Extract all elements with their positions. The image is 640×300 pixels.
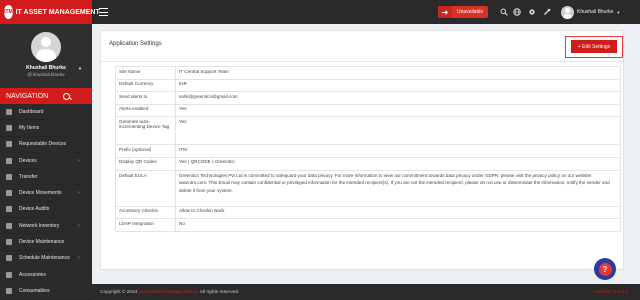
table-row: Site Name IT Central Support Team [115,66,621,80]
table-row: Prefix (optional) ITM [115,144,621,158]
table-row: Alerts enabled Yes [115,103,621,118]
network-icon [6,222,12,229]
footer-version: Version: 2.4.0.3 [594,289,628,295]
brand-logo[interactable]: ITM IT ASSET MANAGEMENT [0,0,100,24]
footer-link[interactable]: www.itassetmanagement.in [139,290,197,295]
availability-status-button[interactable]: ➜ Unavailable [438,6,489,18]
settings-panel: Application Settings + Edit Settings Sit… [100,30,624,270]
sidebar-item-dashboard[interactable]: Dashboard [0,104,92,121]
devices-icon [6,141,12,148]
table-row: Send alerts to sahil@greenitco@gmail.com [115,91,621,105]
wrench-icon [6,239,12,246]
chevron-down-icon: ▼ [616,9,621,15]
movement-icon [6,190,12,197]
settings-icon[interactable] [528,8,536,16]
transfer-icon [6,173,12,180]
avatar [561,5,574,19]
nav-list: Dashboard My Items Requestable Devices D… [0,104,92,300]
user-name: Khushali Bhurke [577,9,614,15]
sidebar-profile: Khushali Bhurke ▼ @ khushali.bhurke [0,24,92,88]
chevron-right-icon: › [78,157,80,164]
laptop-icon [6,157,12,164]
footer: Copyright © 2024 www.itassetmanagement.i… [92,284,640,300]
sidebar-item-schedule-maintenance[interactable]: Schedule Maintenance › [0,251,92,267]
table-row: Accessory Checkin Allow to Checkin Back [115,205,621,220]
sidebar: Khushali Bhurke ▼ @ khushali.bhurke NAVI… [0,24,92,300]
nav-search-icon[interactable] [63,92,70,100]
table-row: Default Currency INR [115,78,621,93]
table-row: Default EULA Greenitco Technologies Pvt L… [115,169,621,207]
sidebar-item-network-inventory[interactable]: Network Inventory › [0,218,92,235]
availability-status-label: Unavailable [452,6,489,18]
sidebar-item-consumables[interactable]: Consumables [0,283,92,300]
profile-handle: @ khushali.bhurke [27,72,65,77]
table-row: Display QR Codes Yes ( QRCODE ) Greenitco [115,156,621,171]
top-header: ITM IT ASSET MANAGEMENT ➜ Unavailable Kh… [0,0,640,24]
navigation-title: NAVIGATION [6,92,49,100]
help-chat-icon[interactable]: ? [594,258,616,280]
calendar-icon [6,255,12,262]
question-mark-icon: ? [598,262,612,276]
audit-icon [6,206,12,213]
keyboard-icon [6,271,12,278]
arrow-right-icon: ➜ [438,6,452,18]
profile-menu-caret-icon[interactable]: ▼ [78,66,82,71]
sidebar-item-transfer[interactable]: Transfer [0,169,92,186]
table-row: LDAP Integration No [115,218,621,232]
sidebar-item-requestable-devices[interactable]: Requestable Devices [0,137,92,153]
sidebar-item-devices[interactable]: Devices › [0,153,92,170]
profile-avatar [31,32,61,62]
tools-icon[interactable] [543,8,551,16]
menu-toggle-icon[interactable] [99,8,108,16]
sidebar-item-device-movements[interactable]: Device Movements › [0,185,92,202]
sidebar-item-my-items[interactable]: My Items [0,120,92,137]
page-title: Application Settings [109,41,162,47]
table-row: Generate auto-incrementing Device Tag Yes [115,116,621,146]
globe-icon[interactable] [513,8,521,16]
divider [101,61,623,62]
footer-rights: All rights reserved. [199,289,240,295]
chevron-right-icon: › [78,222,80,229]
chevron-right-icon: › [78,190,80,197]
sidebar-item-device-maintenance[interactable]: Device Maintenance [0,234,92,251]
sidebar-item-accessories[interactable]: Accessories [0,267,92,284]
logo-mark: ITM [4,5,13,19]
search-icon[interactable] [500,8,508,16]
box-icon [6,124,12,131]
edit-settings-button[interactable]: + Edit Settings [571,40,617,53]
dashboard-icon [6,108,12,115]
edit-settings-highlight: + Edit Settings [565,36,623,58]
brand-name: IT ASSET MANAGEMENT [15,8,100,16]
user-menu[interactable]: Khushali Bhurke ▼ [561,4,620,20]
sidebar-item-device-audits[interactable]: Device Audits [0,202,92,219]
settings-table: Site Name IT Central Support Team Default… [115,66,621,232]
navigation-header: NAVIGATION [0,88,92,104]
consumables-icon [6,287,12,294]
footer-copyright: Copyright © 2024 [100,289,138,295]
main-content: Application Settings + Edit Settings Sit… [92,24,640,284]
chevron-right-icon: › [78,255,80,262]
